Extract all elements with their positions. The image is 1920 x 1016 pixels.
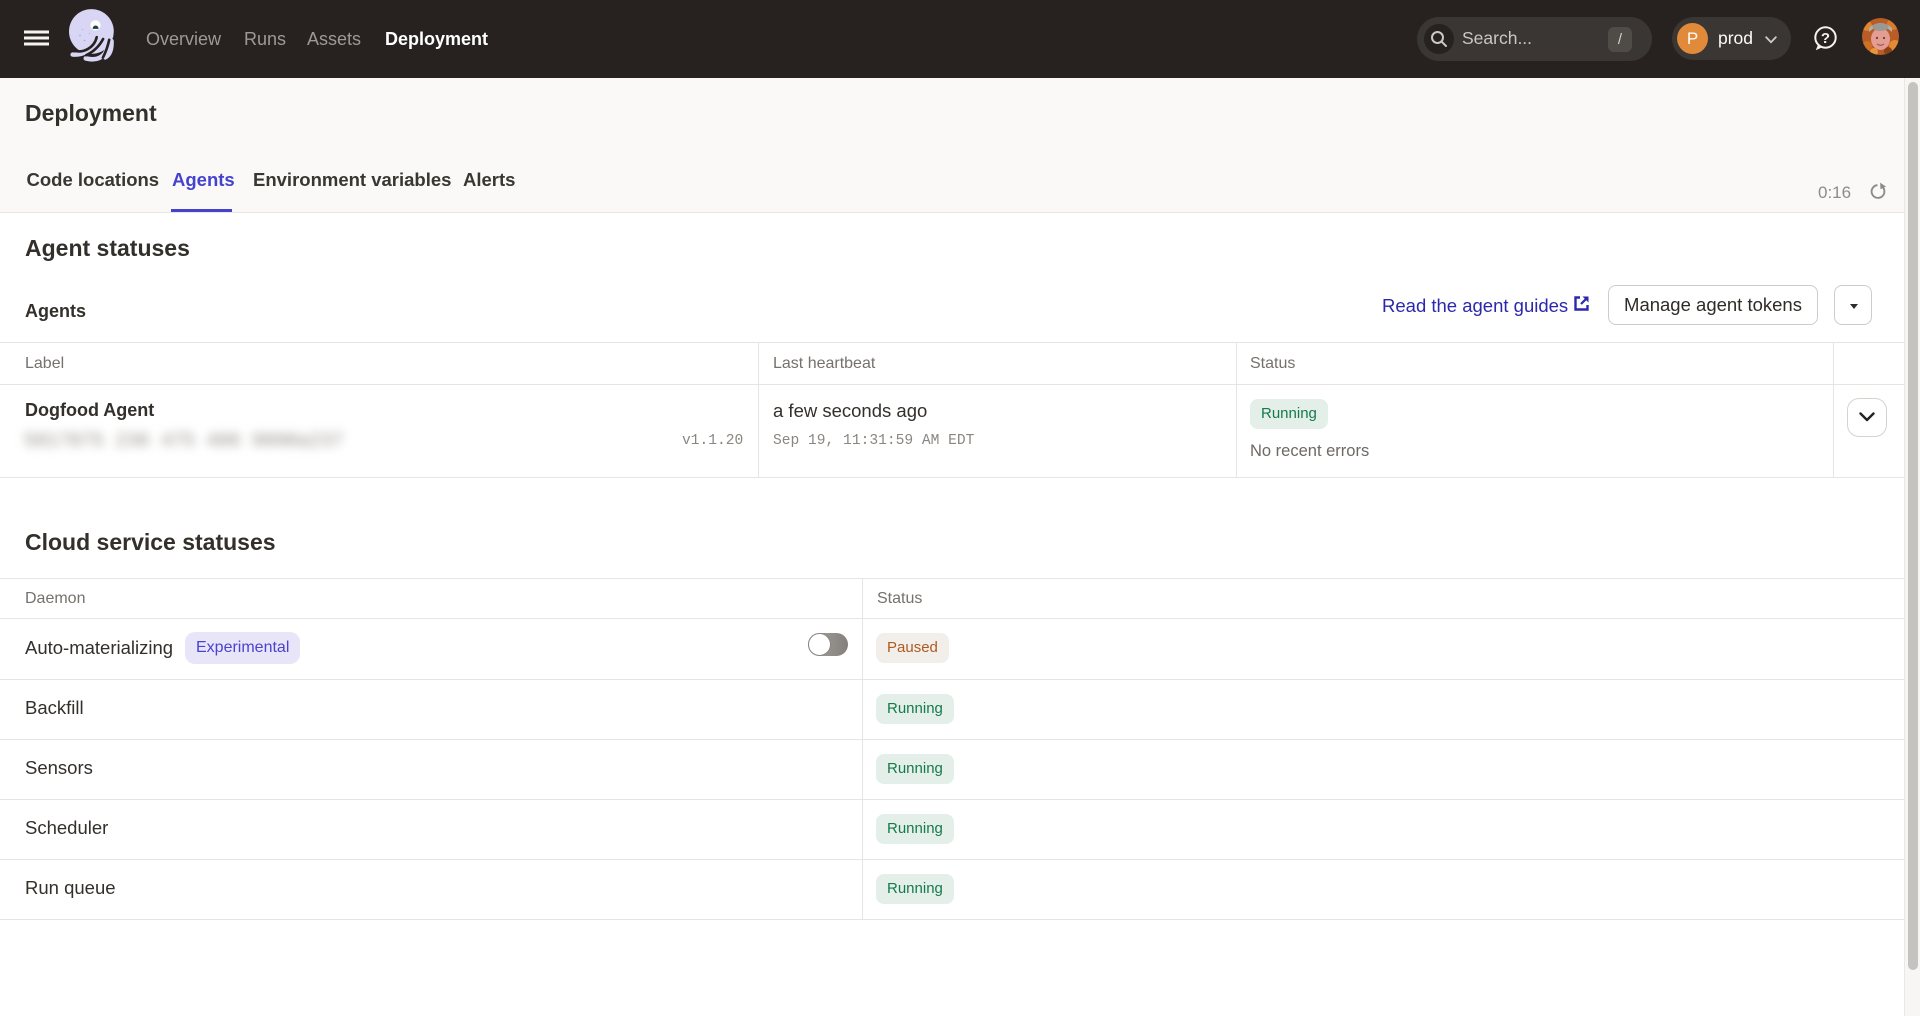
svg-text:?: ? xyxy=(1821,30,1830,47)
